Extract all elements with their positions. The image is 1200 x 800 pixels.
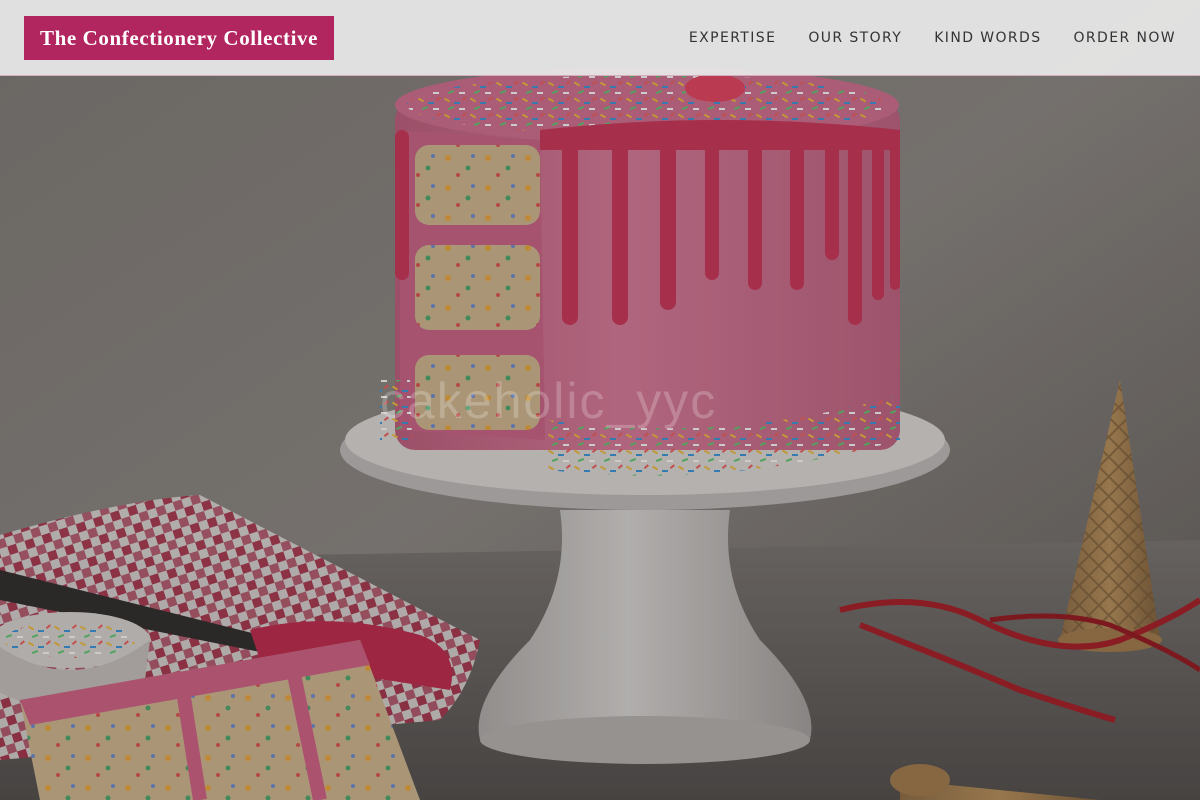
hero-watermark: cakeholic_yyc — [380, 373, 718, 429]
nav-link-our-story[interactable]: OUR STORY — [808, 30, 902, 46]
nav-link-kind-words[interactable]: KIND WORDS — [934, 30, 1041, 46]
page: cakeholic_yyc The Confectionery Collecti… — [0, 0, 1200, 800]
main-nav: EXPERTISE OUR STORY KIND WORDS ORDER NOW — [689, 0, 1176, 76]
nav-link-order-now[interactable]: ORDER NOW — [1074, 30, 1177, 46]
brand-logo[interactable]: The Confectionery Collective — [24, 16, 335, 60]
site-header: The Confectionery Collective EXPERTISE O… — [0, 0, 1200, 76]
nav-link-expertise[interactable]: EXPERTISE — [689, 30, 776, 46]
